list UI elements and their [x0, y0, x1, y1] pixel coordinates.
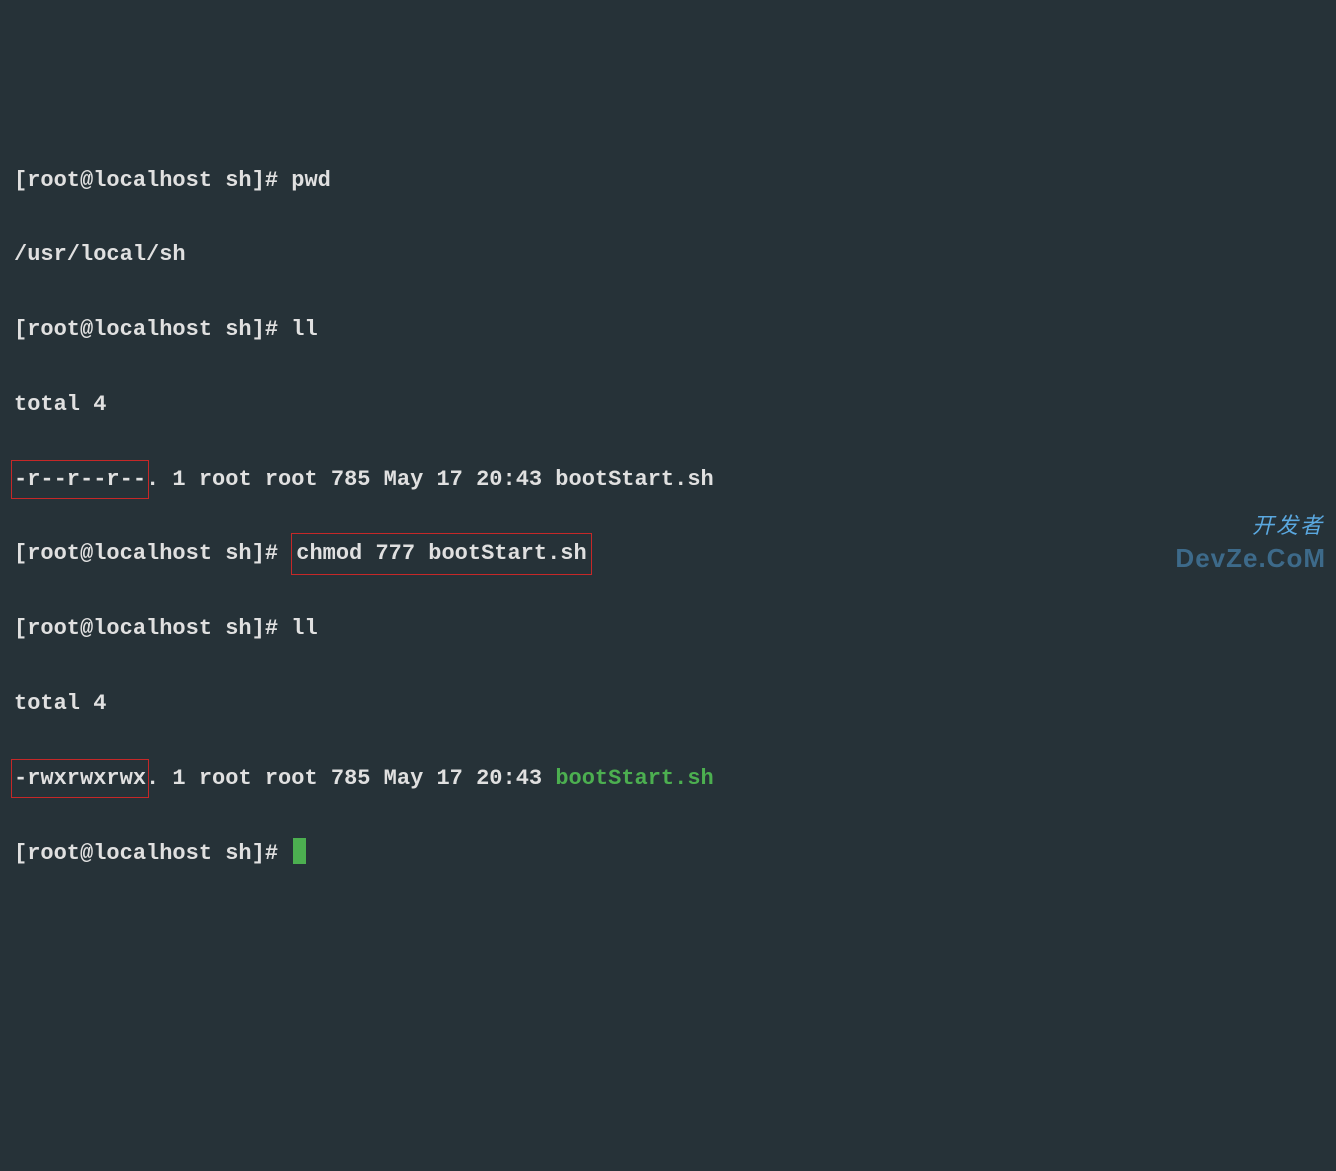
cmd-chmod: chmod 777 bootStart.sh [296, 541, 586, 566]
watermark-site: DevZe.CoM [1175, 536, 1326, 580]
terminal-line-2-output: /usr/local/sh [14, 236, 1322, 273]
terminal-line-5-output: -r--r--r--. 1 root root 785 May 17 20:43… [14, 461, 1322, 498]
shell-prompt: [root@localhost sh]# [14, 616, 291, 641]
terminal-line-3: [root@localhost sh]# ll [14, 311, 1322, 348]
file-listing-2-mid: . 1 root root 785 May 17 20:43 [146, 766, 555, 791]
terminal-line-8-output: total 4 [14, 685, 1322, 722]
terminal-line-9-output: -rwxrwxrwx. 1 root root 785 May 17 20:43… [14, 760, 1322, 797]
terminal-line-1: [root@localhost sh]# pwd [14, 162, 1322, 199]
terminal-line-10[interactable]: [root@localhost sh]# [14, 835, 1322, 872]
permissions-rwx-highlight: -rwxrwxrwx [11, 759, 149, 798]
watermark-en: DevZe.CoM [1175, 543, 1326, 573]
terminal-line-6: [root@localhost sh]# chmod 777 bootStart… [14, 535, 1322, 572]
ll-total: total 4 [14, 392, 106, 417]
terminal-line-4-output: total 4 [14, 386, 1322, 423]
terminal-line-7: [root@localhost sh]# ll [14, 610, 1322, 647]
shell-prompt: [root@localhost sh]# [14, 841, 291, 866]
cmd-pwd: pwd [291, 168, 331, 193]
executable-filename: bootStart.sh [555, 766, 713, 791]
shell-prompt: [root@localhost sh]# [14, 168, 291, 193]
file-listing-1: . 1 root root 785 May 17 20:43 bootStart… [146, 467, 714, 492]
pwd-output: /usr/local/sh [14, 242, 186, 267]
cmd-ll-2: ll [291, 616, 317, 641]
ll-total-2: total 4 [14, 691, 106, 716]
permissions-readonly-highlight: -r--r--r-- [11, 460, 149, 499]
permissions-readonly: -r--r--r-- [14, 467, 146, 492]
shell-prompt: [root@localhost sh]# [14, 317, 291, 342]
permissions-rwx: -rwxrwxrwx [14, 766, 146, 791]
cursor-icon [293, 838, 306, 864]
cmd-ll: ll [291, 317, 317, 342]
chmod-command-highlight: chmod 777 bootStart.sh [291, 533, 591, 574]
shell-prompt: [root@localhost sh]# [14, 541, 291, 566]
